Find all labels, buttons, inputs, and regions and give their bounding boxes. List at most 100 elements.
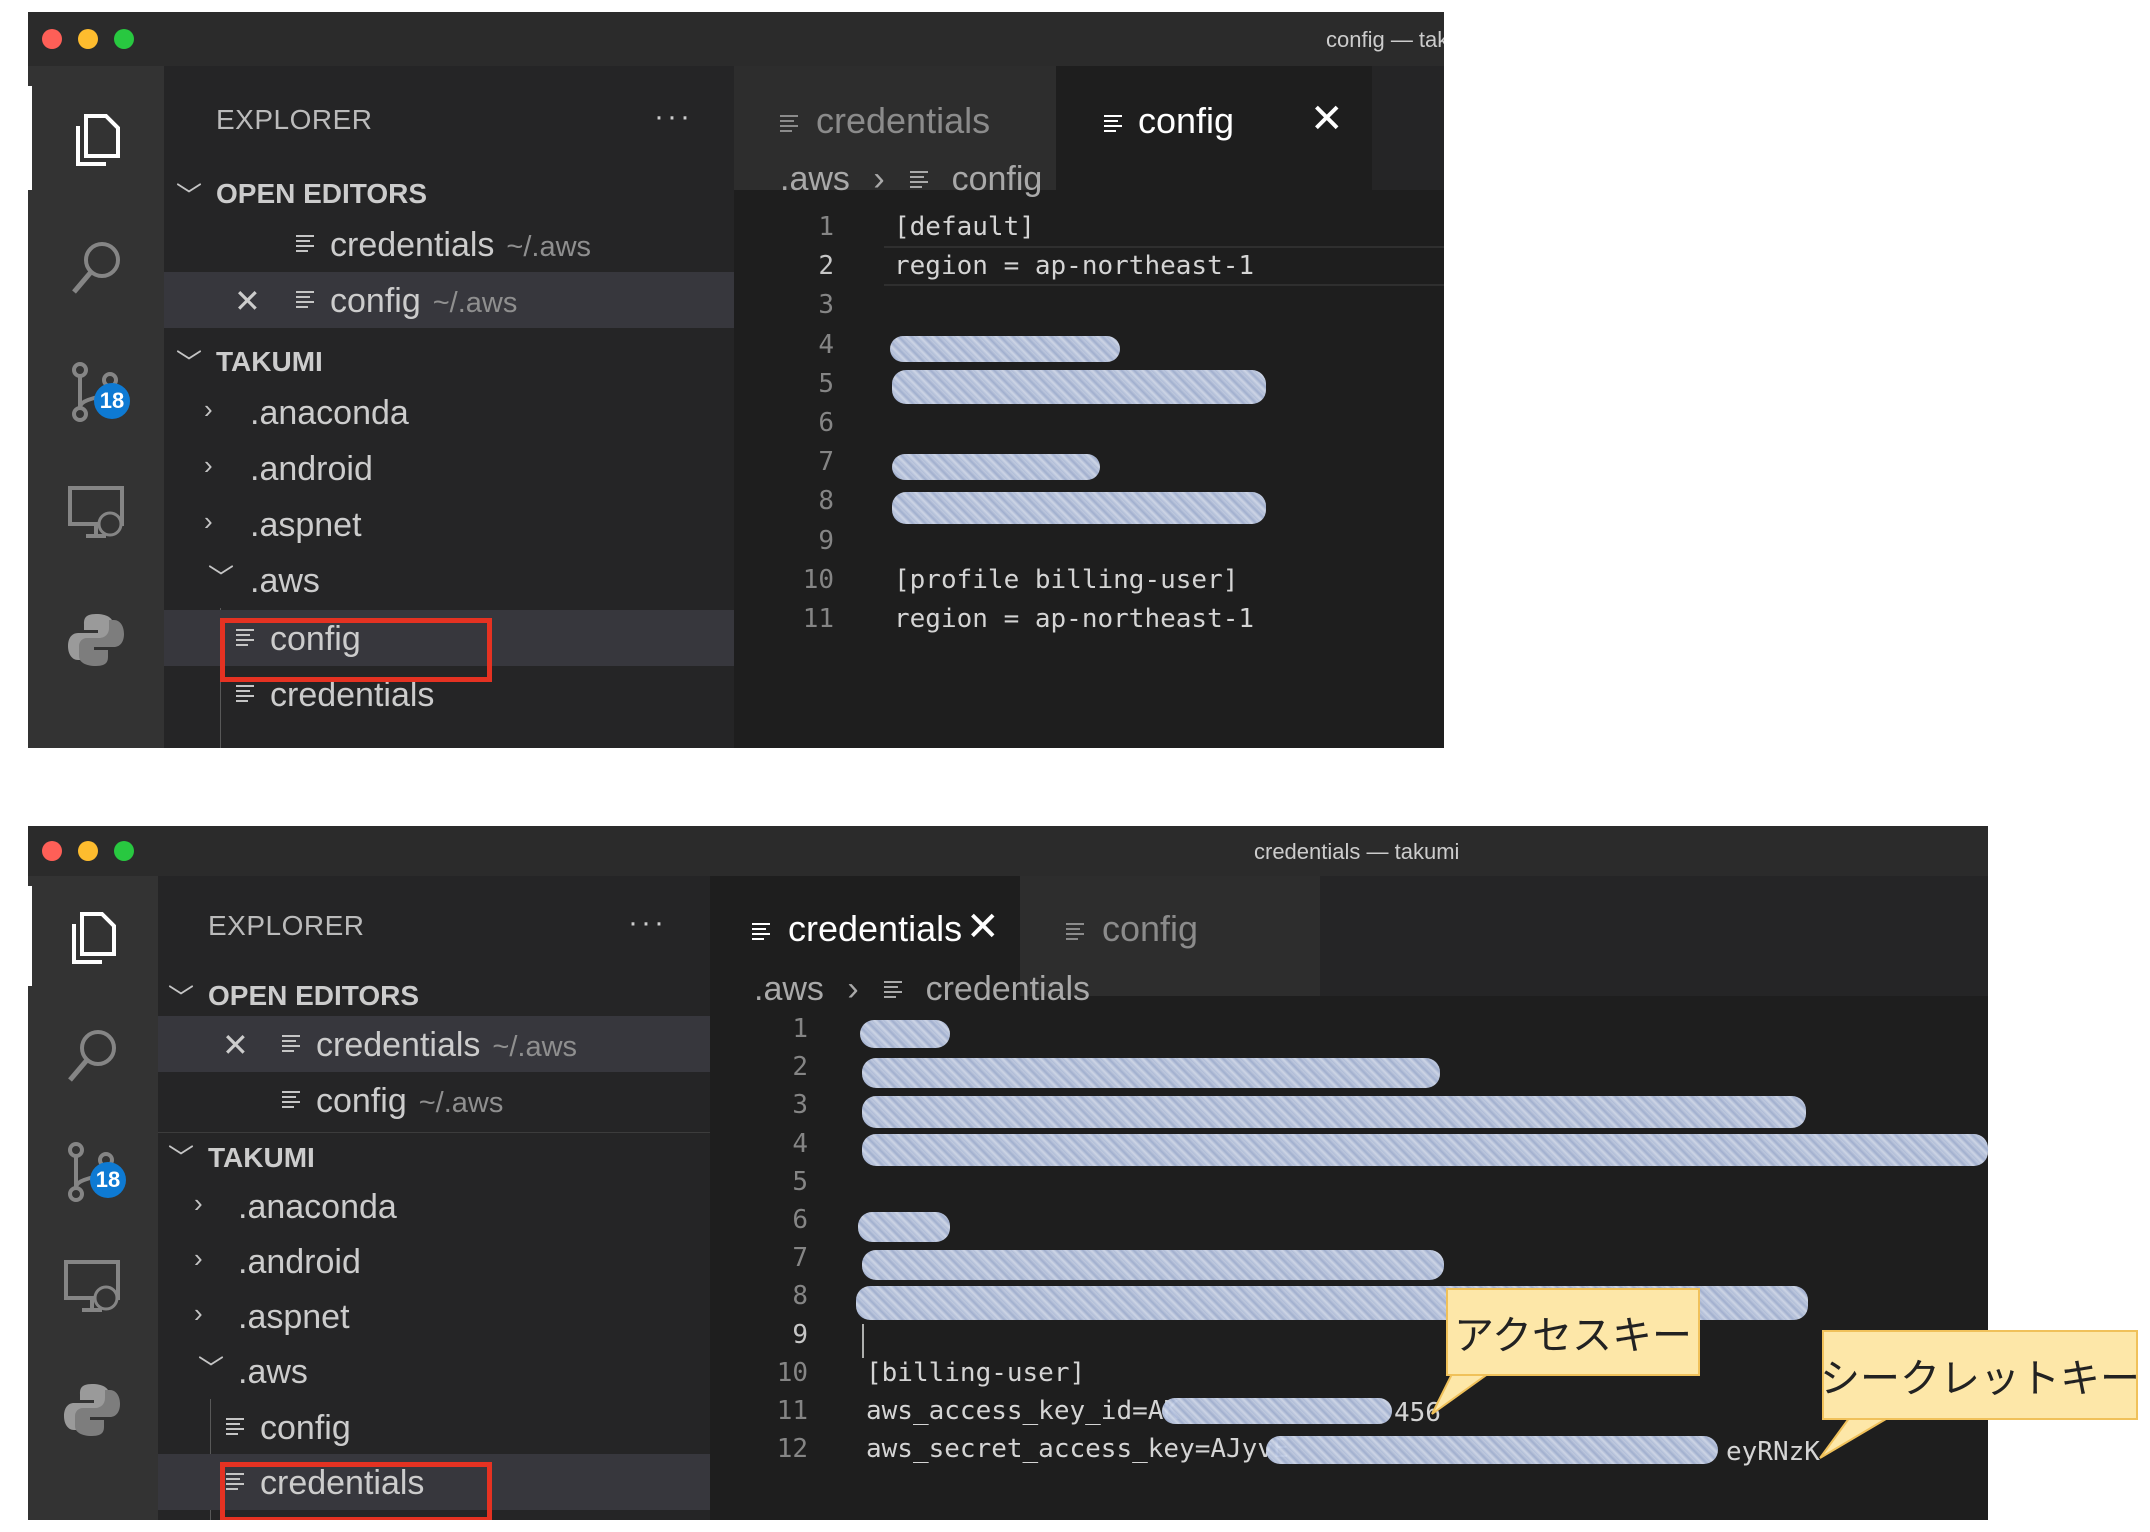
open-editor-credentials[interactable]: credentials ~/.aws [164,216,734,272]
more-actions-button[interactable]: ··· [654,100,693,134]
chevron-right-icon: › [194,1188,203,1218]
breadcrumb-folder[interactable]: .aws [780,160,850,198]
tree-item-anaconda[interactable]: › .anaconda [158,1178,710,1234]
breadcrumb-file[interactable]: credentials [926,970,1090,1008]
line-number: 10 [776,1357,808,1388]
breadcrumb: .aws › credentials [754,970,1090,1009]
close-icon[interactable]: ✕ [222,1026,249,1064]
code-line: region = ap-northeast-1 [894,604,1255,634]
tree-item-aws[interactable]: ﹀ .aws [158,1343,710,1399]
activity-bar: 18 [28,876,158,1520]
chevron-down-icon[interactable]: ﹀ [176,176,202,213]
close-icon[interactable]: ✕ [1310,96,1344,142]
minimize-window-button[interactable] [78,841,98,861]
secret-key-callout: シークレットキー [1820,1330,2140,1420]
zoom-window-button[interactable] [114,29,134,49]
breadcrumb-folder[interactable]: .aws [754,970,824,1008]
explorer-header: EXPLORER [208,910,365,941]
highlight-box [220,618,492,682]
chevron-down-icon[interactable]: ﹀ [176,343,202,380]
chevron-down-icon[interactable]: ﹀ [168,978,194,1015]
minimize-window-button[interactable] [78,29,98,49]
more-actions-button[interactable]: ··· [628,906,667,940]
open-editor-path: ~/.aws [492,1031,578,1063]
tree-item-aspnet[interactable]: › .aspnet [158,1288,710,1344]
search-icon[interactable] [62,234,130,302]
line-number: 11 [776,1396,808,1426]
tree-item-label: .aws [250,562,320,600]
remote-explorer-icon[interactable] [62,478,130,546]
line-number: 12 [776,1434,808,1465]
line-number: 4 [792,1128,808,1159]
redacted-block [862,1058,1440,1088]
python-icon[interactable] [58,1376,126,1444]
close-icon[interactable]: ✕ [966,904,1000,950]
redacted-block [1162,1398,1392,1424]
tree-item-android[interactable]: › .android [164,440,734,496]
tab-label: config [1138,100,1235,141]
line-number: 5 [818,368,834,399]
tree-item-label: config [260,1409,351,1447]
chevron-right-icon: › [204,394,213,424]
folder-title[interactable]: TAKUMI [208,1142,315,1174]
title-bar: config — tak [28,12,1444,66]
tree-item-label: .android [238,1243,361,1281]
line-number: 10 [802,564,834,595]
chevron-down-icon[interactable]: ﹀ [168,1138,194,1175]
zoom-window-button[interactable] [114,841,134,861]
open-editor-credentials[interactable]: ✕ credentials ~/.aws [158,1016,710,1072]
tree-item-anaconda[interactable]: › .anaconda [164,384,734,440]
file-lines-icon [910,171,929,188]
breadcrumb: .aws › config [780,160,1042,199]
tree-item-aspnet[interactable]: › .aspnet [164,496,734,552]
tab-label: credentials [816,100,991,141]
redacted-block [860,1020,950,1048]
redacted-block [862,1134,1988,1166]
close-icon[interactable]: ✕ [234,282,261,320]
line-number: 8 [818,486,834,517]
files-icon[interactable] [58,904,126,972]
open-editors-title[interactable]: OPEN EDITORS [216,178,427,210]
open-editor-path: ~/.aws [432,287,518,319]
tree-item-android[interactable]: › .android [158,1233,710,1289]
remote-explorer-icon[interactable] [58,1252,126,1320]
chevron-right-icon: › [194,1243,203,1273]
tab-config[interactable]: config ✕ [1056,66,1372,190]
line-number: 2 [792,1052,808,1083]
tree-item-config[interactable]: config [158,1399,710,1455]
close-window-button[interactable] [42,29,62,49]
chevron-right-icon: › [194,1298,203,1328]
python-icon[interactable] [62,606,130,674]
chevron-right-icon: › [847,970,859,1008]
code-line: [default] [894,212,1035,242]
search-icon[interactable] [58,1022,126,1090]
text-cursor [862,1324,864,1358]
line-number: 6 [792,1205,808,1235]
tab-label: credentials [788,908,963,949]
open-editor-config[interactable]: config ~/.aws [158,1072,710,1128]
file-lines-icon [752,923,770,940]
line-number: 1 [792,1014,808,1044]
redacted-block [858,1212,950,1242]
chevron-right-icon: › [873,160,885,198]
breadcrumb-file[interactable]: config [952,160,1043,198]
open-editor-config[interactable]: ✕ config ~/.aws [164,272,734,328]
top-vscode-window: config — tak 18 EXPLORER ··· ﹀ OPEN EDIT… [28,12,1444,748]
title-bar: credentials — takumi [28,826,1988,876]
file-lines-icon [884,981,903,998]
open-editors-title[interactable]: OPEN EDITORS [208,980,419,1012]
tree-item-aws[interactable]: ﹀ .aws [164,552,734,608]
explorer-sidebar: EXPLORER ··· ﹀ OPEN EDITORS ✕ credential… [158,876,710,1520]
file-lines-icon [226,1418,244,1435]
chevron-right-icon: › [204,450,213,480]
line-number: 3 [792,1090,808,1121]
access-key-callout: アクセスキー [1446,1288,1700,1376]
folder-title[interactable]: TAKUMI [216,346,323,378]
close-window-button[interactable] [42,841,62,861]
code-fragment: eyRNzK [1726,1437,1820,1467]
open-editor-name: credentials [316,1026,481,1064]
files-icon[interactable] [62,106,130,174]
explorer-header: EXPLORER [216,104,373,135]
line-number: 9 [792,1319,808,1350]
tree-item-label: .anaconda [250,394,409,432]
